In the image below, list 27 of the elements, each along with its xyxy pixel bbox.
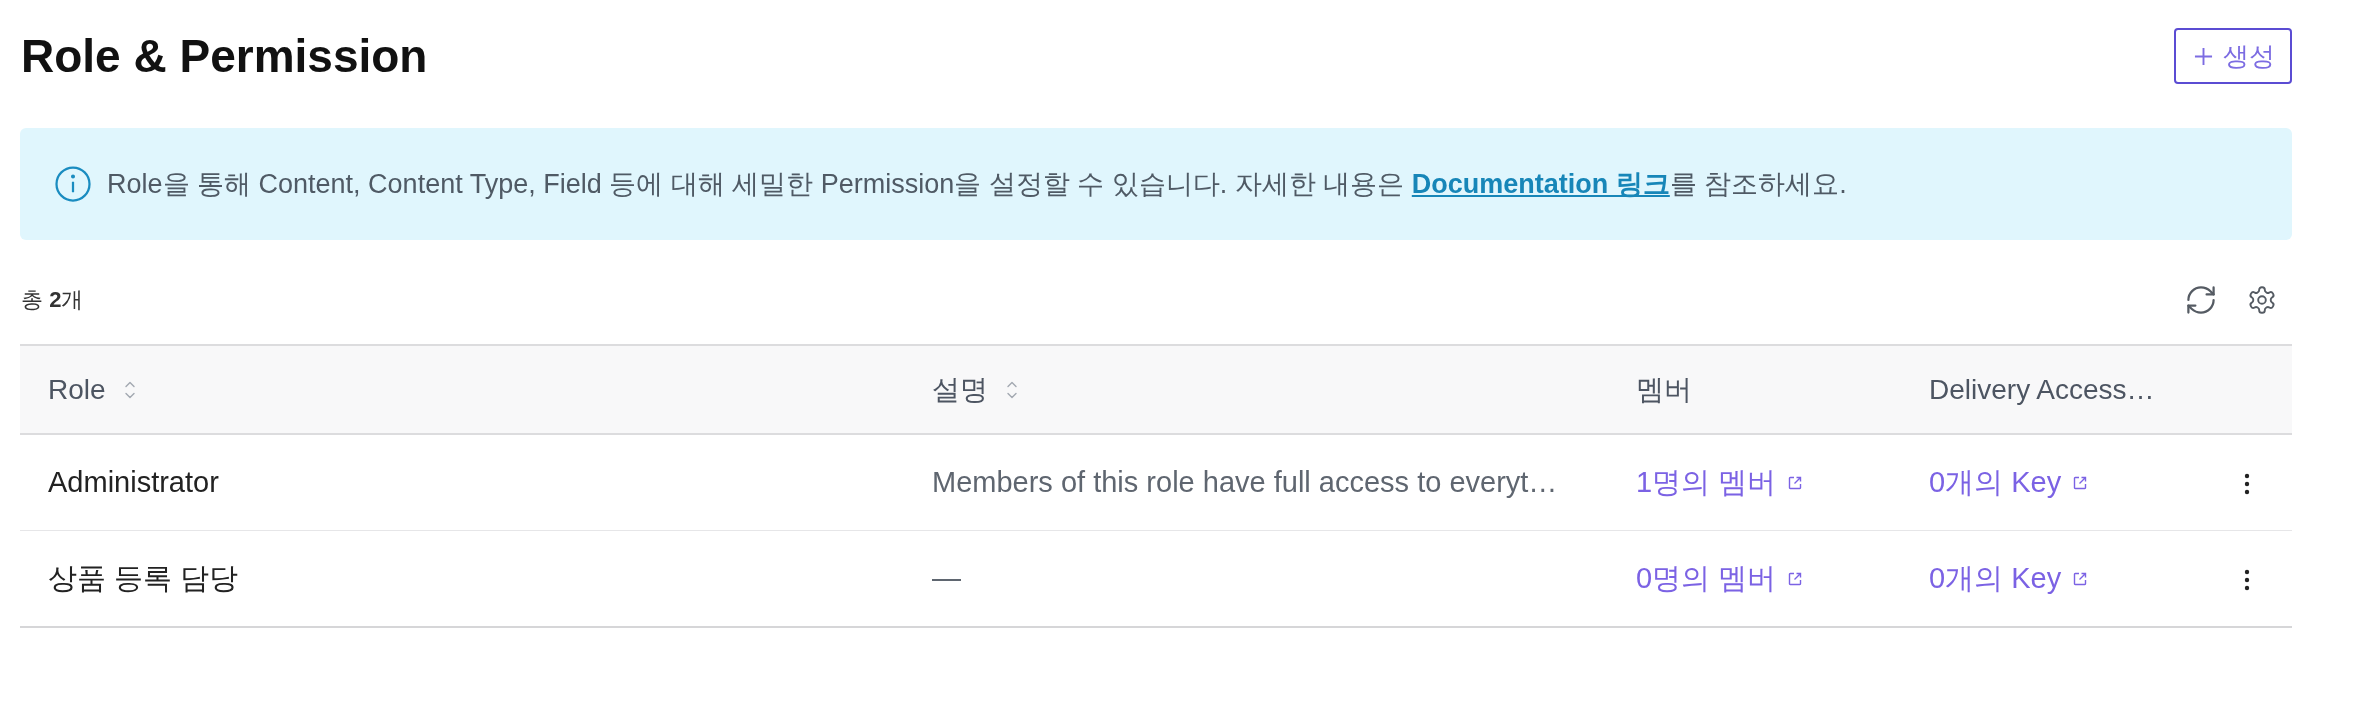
info-message: Role을 통해 Content, Content Type, Field 등에 대해 세밀한 Permission을 설정할 수 있습니다. 자세한 내용은 Documentation 링크를 참조하세요. [107, 168, 1847, 201]
external-link-icon [1788, 475, 1803, 490]
info-icon [55, 166, 91, 202]
role-name: Administrator [20, 434, 904, 531]
external-link-icon [1788, 571, 1803, 586]
members-link[interactable]: 0명의 멤버 [1636, 558, 1803, 599]
keys-link[interactable]: 0개의 Key [1929, 462, 2088, 503]
column-header: Delivery Access… [1929, 373, 2155, 406]
role-description: Members of this role have full access to everyt… [904, 434, 1608, 531]
create-button[interactable]: 생성 [2174, 28, 2292, 84]
external-link-icon [2073, 475, 2088, 490]
members-link[interactable]: 1명의 멤버 [1636, 462, 1803, 503]
external-link-icon [2073, 571, 2088, 586]
role-name: 상품 등록 담당 [20, 530, 904, 627]
keys-link[interactable]: 0개의 Key [1929, 558, 2088, 599]
settings-icon[interactable] [2248, 286, 2276, 314]
column-header[interactable]: Role [48, 373, 136, 406]
more-options-icon[interactable] [2243, 473, 2250, 496]
more-options-icon[interactable] [2243, 569, 2250, 592]
plus-icon [2194, 46, 2213, 66]
page-title: Role & Permission [21, 29, 428, 84]
role-description: — [904, 530, 1608, 627]
column-header[interactable]: 설명 [932, 370, 1018, 409]
total-count: 총 2개 [21, 286, 84, 314]
documentation-link[interactable]: Documentation 링크 [1411, 169, 1670, 199]
column-header: 멤버 [1636, 372, 1692, 407]
refresh-icon[interactable] [2187, 286, 2215, 314]
